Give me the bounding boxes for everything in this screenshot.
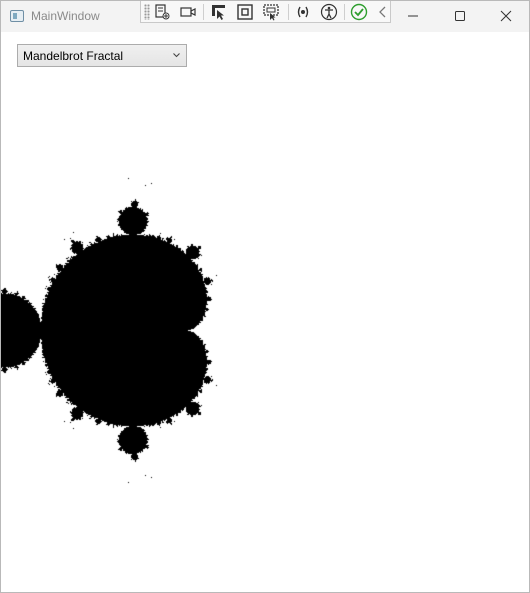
accessibility-icon[interactable] bbox=[320, 3, 338, 21]
toolbar-separator bbox=[344, 4, 345, 20]
mandelbrot-fractal-canvas bbox=[1, 121, 381, 521]
track-focus-icon[interactable] bbox=[262, 3, 280, 21]
minimize-button[interactable] bbox=[390, 1, 436, 31]
binding-failures-icon[interactable] bbox=[294, 3, 312, 21]
fractal-type-combobox[interactable]: Mandelbrot Fractal bbox=[17, 44, 187, 67]
app-icon bbox=[10, 10, 24, 22]
window-title: MainWindow bbox=[31, 9, 100, 23]
close-icon bbox=[500, 10, 512, 22]
xaml-debug-toolbar bbox=[140, 1, 391, 23]
maximize-icon bbox=[455, 11, 465, 21]
toolbar-grip-icon[interactable] bbox=[144, 3, 150, 20]
title-bar[interactable]: MainWindow bbox=[1, 1, 529, 32]
maximize-button[interactable] bbox=[437, 1, 483, 31]
toolbar-separator bbox=[288, 4, 289, 20]
live-visual-tree-icon[interactable] bbox=[153, 3, 171, 21]
combobox-selected-value: Mandelbrot Fractal bbox=[23, 49, 124, 63]
minimize-icon bbox=[408, 15, 418, 17]
video-record-icon[interactable] bbox=[179, 3, 197, 21]
select-element-icon[interactable] bbox=[210, 3, 228, 21]
toolbar-separator bbox=[203, 4, 204, 20]
chevron-down-icon bbox=[172, 49, 181, 61]
display-layout-adorners-icon[interactable] bbox=[236, 3, 254, 21]
main-window: MainWindow Mandelbrot Fractal bbox=[0, 0, 530, 593]
accessibility-checks-ok-icon[interactable] bbox=[350, 3, 368, 21]
close-button[interactable] bbox=[483, 1, 529, 31]
